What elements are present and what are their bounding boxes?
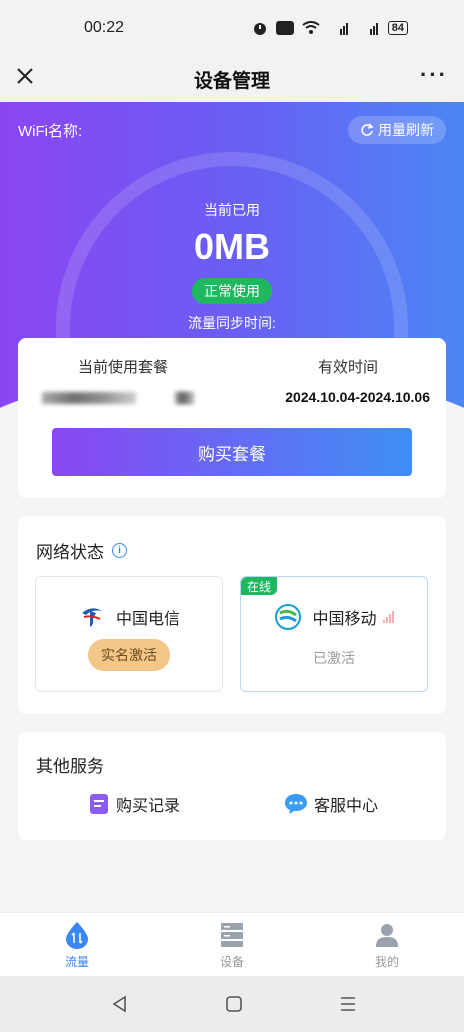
tab-label: 我的 — [374, 955, 399, 969]
redacted-plan-name — [176, 392, 194, 404]
carrier-name: 中国电信 — [115, 611, 180, 628]
valid-time-header: 有效时间 — [318, 359, 379, 376]
used-label: 当前已用 — [204, 202, 260, 218]
refresh-label: 用量刷新 — [378, 122, 434, 138]
carrier-card-telecom[interactable]: 中国电信 实名激活 — [35, 576, 223, 692]
home-button[interactable] — [222, 992, 246, 1016]
activation-state: 已激活 — [313, 650, 355, 666]
user-icon — [376, 924, 398, 947]
sync-time-label: 流量同步时间: — [188, 315, 276, 331]
menu-icon — [341, 997, 355, 1011]
back-icon — [112, 995, 126, 1013]
tab-label: 流量 — [64, 955, 89, 969]
china-mobile-logo-icon — [275, 604, 302, 630]
hd-icon — [275, 21, 294, 35]
signal-strength-icon — [382, 611, 394, 623]
network-status-label: 网络状态 — [36, 543, 104, 562]
tab-traffic[interactable]: 流量 — [37, 921, 117, 970]
carrier-name-row: 中国移动 — [241, 603, 427, 631]
carrier-name: 中国移动 — [312, 611, 377, 628]
plan-card: 当前使用套餐 有效时间 2024.10.04-2024.10.06 购买套餐 — [18, 338, 446, 498]
app-header: 设备管理 ··· — [0, 56, 464, 102]
info-icon[interactable]: i — [112, 543, 127, 558]
alarm-icon — [253, 23, 266, 35]
other-services-card: 其他服务 购买记录 客服中心 — [18, 732, 446, 840]
status-time: 00:22 — [84, 19, 125, 36]
network-status-title: 网络状态 i — [36, 538, 127, 563]
back-button[interactable] — [108, 992, 132, 1016]
signal-icon — [339, 23, 348, 35]
carrier-name-row: 中国电信 — [36, 603, 222, 631]
other-services-title: 其他服务 — [36, 757, 104, 776]
tab-profile[interactable]: 我的 — [347, 921, 427, 970]
close-icon — [17, 68, 33, 84]
bottom-tab-bar: 流量 设备 我的 — [0, 912, 464, 976]
page-title: 设备管理 — [193, 70, 270, 92]
home-icon — [226, 996, 242, 1012]
document-icon — [90, 794, 108, 814]
valid-dates: 2024.10.04-2024.10.06 — [285, 389, 430, 405]
menu-button[interactable] — [336, 992, 360, 1016]
tab-label: 设备 — [219, 955, 244, 969]
purchase-records-link[interactable]: 购买记录 — [88, 792, 180, 816]
redacted-plan-name — [42, 392, 136, 404]
network-status-card: 网络状态 i 中国电信 实名激活 在线 中国移动 已激活 — [18, 516, 446, 714]
online-badge: 在线 — [241, 577, 278, 595]
signal-icon — [369, 23, 378, 35]
close-button[interactable] — [14, 65, 36, 87]
traffic-icon — [66, 922, 88, 949]
purchase-records-label: 购买记录 — [116, 798, 181, 815]
server-icon — [221, 923, 243, 947]
real-name-activate-button[interactable]: 实名激活 — [88, 639, 170, 671]
refresh-icon — [361, 123, 374, 136]
tab-devices[interactable]: 设备 — [192, 921, 272, 970]
status-badge: 正常使用 — [192, 278, 272, 304]
carrier-card-mobile[interactable]: 在线 中国移动 已激活 — [240, 576, 428, 692]
system-nav-bar — [0, 976, 464, 1032]
status-bar: 00:22 84 — [0, 0, 464, 56]
more-button[interactable]: ··· — [420, 64, 448, 86]
battery-icon: 84 — [387, 21, 408, 35]
customer-service-label: 客服中心 — [314, 798, 379, 815]
wifi-icon — [302, 21, 320, 34]
refresh-usage-button[interactable]: 用量刷新 — [348, 116, 446, 144]
china-telecom-logo-icon — [81, 608, 102, 627]
chat-icon — [285, 794, 307, 814]
current-plan-header: 当前使用套餐 — [78, 359, 169, 376]
used-value: 0MB — [193, 226, 270, 267]
buy-plan-button[interactable]: 购买套餐 — [52, 428, 412, 476]
customer-service-link[interactable]: 客服中心 — [284, 792, 378, 816]
status-icons: 84 — [252, 20, 408, 36]
wifi-name-label: WiFi名称: — [18, 123, 83, 140]
